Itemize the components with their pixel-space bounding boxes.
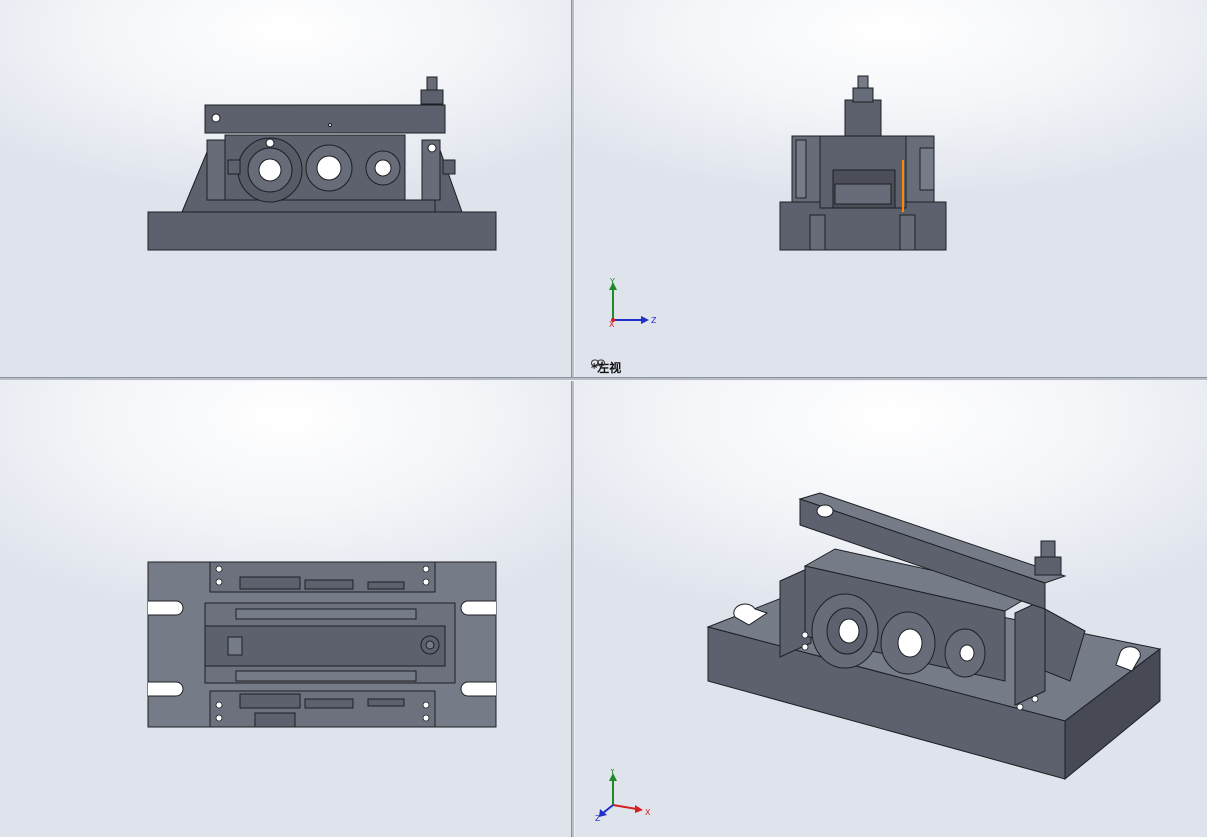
coordinate-triad: Y Z X [609, 277, 657, 328]
triad-iso-z-label: Z [595, 814, 601, 821]
triad-iso-y-label: Y [609, 769, 615, 776]
link-icon [591, 359, 605, 367]
triad-iso-x-label: X [645, 808, 651, 817]
triad-x-label: X [609, 320, 615, 328]
viewport-front[interactable] [0, 0, 571, 377]
viewport-top[interactable] [0, 381, 571, 837]
isometric-view-model [706, 492, 1162, 781]
left-view-model [779, 75, 947, 251]
viewport-isometric[interactable]: Y Z X [575, 381, 1207, 837]
coordinate-triad-iso: Y Z X [595, 769, 651, 821]
view-name-label: *左视 [591, 359, 621, 376]
viewport-left[interactable]: Y Z X *左视 [575, 0, 1207, 377]
vertical-splitter[interactable] [571, 0, 575, 837]
front-view-model [147, 76, 497, 251]
triad-z-label: Z [651, 316, 657, 325]
top-view-model [147, 561, 497, 728]
triad-y-label: Y [609, 277, 615, 286]
horizontal-splitter[interactable] [0, 377, 1207, 381]
